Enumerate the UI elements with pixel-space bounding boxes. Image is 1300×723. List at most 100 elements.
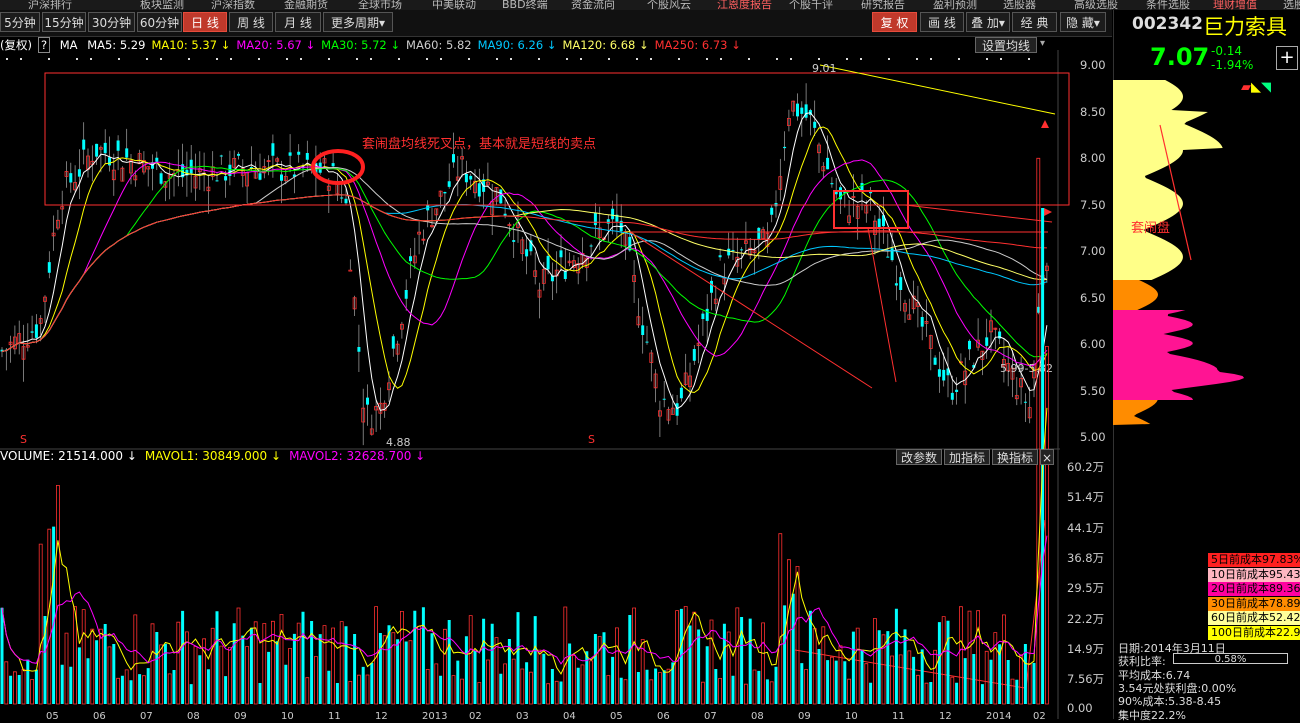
top-menu-item[interactable]: 理财增值	[1213, 0, 1257, 10]
volume-axis-label: 22.2万	[1067, 611, 1105, 626]
ma-line	[1, 166, 1048, 352]
kline-chart[interactable]: 套闹盘均线死叉点，基本就是短线的卖点9.014.885.99-5.82S S	[0, 50, 1112, 719]
volume-axis-label: 29.5万	[1067, 581, 1105, 596]
cost-row: 100日前成本22.95%	[1208, 625, 1300, 640]
volume-axis-label: 14.9万	[1067, 641, 1105, 656]
top-menu-item[interactable]: 个股风云	[647, 0, 691, 10]
top-menu-item[interactable]: 中美联动	[432, 0, 476, 10]
stock-price: 7.07	[1150, 43, 1210, 71]
price-axis-label: 6.00	[1080, 337, 1106, 351]
cost-row: 5日前成本97.83%	[1208, 553, 1300, 567]
top-menu-item[interactable]: 盈利预测	[933, 0, 977, 10]
top-menu-item[interactable]: 板块监测	[140, 0, 184, 10]
top-menu-item[interactable]: 选股器	[1003, 0, 1036, 10]
low-price-label: 4.88	[386, 436, 411, 449]
cost-row: 30日前成本78.89%	[1208, 596, 1300, 611]
date-axis-label: 07	[140, 711, 153, 722]
cost-row: 60日前成本52.42%	[1208, 611, 1300, 625]
chip-stat: 集中度22.2%	[1118, 708, 1186, 722]
event-markers	[6, 58, 1030, 60]
stock-code: 002342	[1132, 14, 1203, 34]
indicator-button[interactable]: 改参数	[896, 449, 942, 465]
date-axis-label: 02	[469, 711, 482, 722]
top-menu-item[interactable]: 个股千评	[789, 0, 833, 10]
tab-period[interactable]: 5分钟	[0, 12, 40, 32]
volume-axis-label: 36.8万	[1067, 550, 1105, 565]
ma-line	[1, 194, 1047, 352]
date-axis-label: 12	[939, 711, 952, 722]
top-menu-bar: 沪深排行 板块监测 沪深指数 金融期货 全球市场 中美联动 BBD终端 资金流向 个股风云 江恩度…	[0, 0, 1300, 10]
date-axis-label: 09	[798, 711, 811, 722]
close-icon[interactable]: ×	[1040, 449, 1054, 465]
stock-change: -0.14	[1211, 44, 1243, 58]
mavol-line	[1, 535, 1048, 665]
top-menu-item[interactable]: 资金流向	[571, 0, 615, 10]
date-axis-label: 11	[892, 711, 905, 722]
date-axis-label: 05	[610, 711, 623, 722]
chart-tool-button[interactable]: 画 线	[920, 12, 964, 32]
annotation-text: 套闹盘均线死叉点，基本就是短线的卖点	[362, 136, 596, 152]
tab-period[interactable]: 周 线	[229, 12, 273, 32]
top-menu-item[interactable]: 研究报告	[861, 0, 905, 10]
date-axis-label: 2013	[422, 711, 448, 722]
date-axis-label: 04	[563, 711, 576, 722]
volume-value: MAVOL2: 32628.700 ↓	[289, 449, 426, 463]
date-axis-label: 10	[845, 711, 858, 722]
mavol-line	[1, 407, 1048, 675]
add-button[interactable]: +	[1276, 46, 1298, 70]
chevron-down-icon[interactable]: ▾	[1040, 38, 1045, 49]
chip-profile-upper	[1113, 80, 1223, 280]
sell-marker: S	[588, 433, 595, 446]
top-menu-item[interactable]: 条件选股	[1146, 0, 1190, 10]
cost-row: 10日前成本95.43%	[1208, 567, 1300, 582]
chip-profile-pink	[1113, 310, 1245, 400]
indicator-button[interactable]: 换指标	[992, 449, 1038, 465]
high-price-label: 9.01	[812, 62, 837, 75]
chip-annotation: 套闹盘	[1131, 220, 1170, 236]
tab-period[interactable]: 月 线	[275, 12, 321, 32]
ma-line	[1, 194, 1047, 352]
ma-line	[1, 112, 1048, 411]
ma-line	[1, 194, 1048, 352]
price-axis-label: 7.00	[1080, 244, 1106, 258]
period-toolbar: 5分钟 15分钟 30分钟 60分钟日 线周 线月 线更多周期▾ 复 权画 线叠 加▾ 经…	[0, 10, 1112, 37]
chart-tool-button[interactable]: 隐 藏▾	[1060, 12, 1106, 32]
chip-distribution: 套闹盘	[1113, 80, 1245, 425]
price-axis-label: 8.00	[1080, 151, 1106, 165]
chart-tool-button[interactable]: 经 典	[1012, 12, 1057, 32]
volume-value: VOLUME: 21514.000 ↓	[0, 449, 137, 463]
tab-period[interactable]: 日 线	[183, 12, 227, 32]
top-menu-item[interactable]: BBD终端	[502, 0, 548, 10]
cost-row: 20日前成本89.36%	[1208, 582, 1300, 596]
chart-tool-button[interactable]: 复 权	[872, 12, 917, 32]
profit-ratio-bar: 0.58%	[1173, 653, 1288, 665]
date-axis-label: 11	[328, 711, 341, 722]
top-menu-item[interactable]: 全球市场	[358, 0, 402, 10]
price-axis-label: 7.50	[1080, 197, 1106, 212]
date-axis-label: 07	[704, 711, 717, 722]
tab-period[interactable]: 60分钟	[137, 12, 182, 32]
tab-period[interactable]: 15分钟	[42, 12, 86, 32]
date-axis-label: 06	[657, 711, 670, 722]
volume-legend: VOLUME: 21514.000 ↓ MAVOL1: 30849.000 ↓ MA…	[0, 449, 900, 465]
price-axis-label: 5.00	[1080, 430, 1106, 444]
volume-axis-label: 0.00	[1067, 701, 1093, 716]
ma-line	[1, 165, 1048, 358]
top-menu-item[interactable]: 选股	[1283, 0, 1300, 10]
top-menu-item[interactable]: 沪深指数	[211, 0, 255, 10]
chart-tool-button[interactable]: 叠 加▾	[966, 12, 1010, 32]
top-menu-item[interactable]: 高级选股	[1074, 0, 1118, 10]
tab-period[interactable]: 30分钟	[88, 12, 135, 32]
volume-axis-label: 60.2万	[1067, 460, 1105, 474]
price-axis-label: 6.50	[1080, 290, 1106, 305]
top-menu-item[interactable]: 金融期货	[284, 0, 328, 10]
tab-period[interactable]: 更多周期▾	[323, 12, 393, 32]
volume-axis-label: 44.1万	[1067, 520, 1105, 535]
price-axis-label: 5.50	[1080, 383, 1106, 398]
top-menu-item[interactable]: 沪深排行	[28, 0, 72, 10]
indicator-button[interactable]: 加指标	[944, 449, 990, 465]
date-axis-label: 2014	[986, 711, 1012, 722]
volume-axis-label: 51.4万	[1067, 490, 1105, 505]
date-axis-label: 09	[234, 711, 247, 722]
top-menu-item[interactable]: 江恩度报告	[717, 0, 772, 10]
